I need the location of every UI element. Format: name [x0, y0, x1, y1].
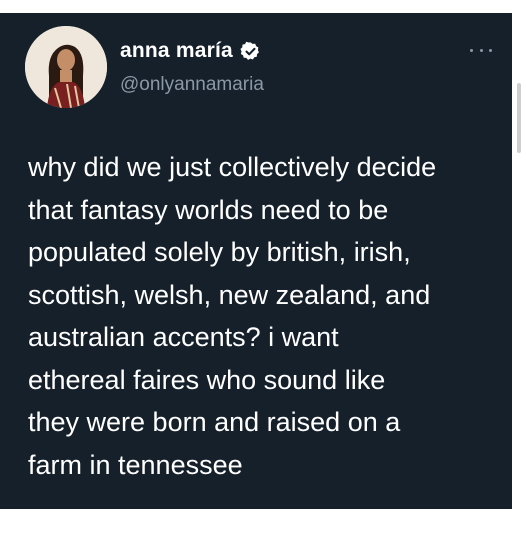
more-options-icon[interactable] — [470, 43, 492, 57]
scrollbar[interactable] — [512, 13, 526, 509]
tweet-text-line: that fantasy worlds need to be — [28, 194, 389, 225]
display-name[interactable]: anna maría — [120, 39, 233, 63]
user-handle[interactable]: @onlyannamaria — [120, 74, 264, 96]
verified-badge-icon — [240, 41, 261, 62]
tweet-text-line: ethereal faires who sound like — [28, 364, 386, 395]
tweet-text-line: populated solely by british, irish, — [28, 237, 411, 267]
tweet-text-line: australian accents? i want — [28, 322, 339, 352]
tweet-text-line: scottish, welsh, new zealand, and — [28, 279, 431, 310]
author-name-row[interactable]: anna maría — [120, 39, 261, 63]
avatar-photo — [25, 26, 107, 108]
tweet-text: why did we just collectively decide that… — [28, 146, 506, 486]
tweet-text-line: they were born and raised on a — [28, 407, 401, 437]
avatar[interactable] — [25, 26, 107, 108]
tweet-card: anna maría @onlyannamaria why did we jus… — [0, 13, 512, 509]
scrollbar-thumb[interactable] — [517, 83, 521, 153]
tweet-text-line: farm in tennessee — [28, 449, 243, 480]
tweet-text-line: why did we just collectively decide — [28, 152, 437, 182]
